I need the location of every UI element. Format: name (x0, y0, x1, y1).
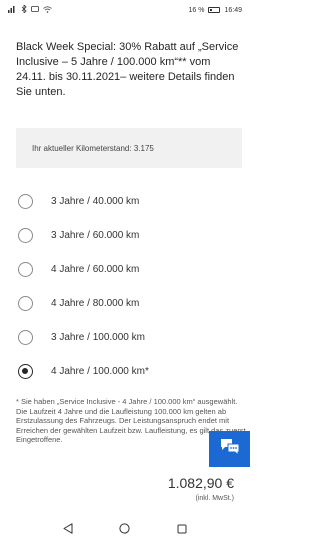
clock: 16:49 (224, 6, 242, 14)
mileage-info-box: Ihr aktueller Kilometerstand: 3.175 (16, 128, 242, 168)
option-3y-100000[interactable]: 3 Jahre / 100.000 km (16, 320, 242, 354)
battery-percent: 16 % (188, 6, 205, 14)
status-bar: 16 % 16:49 (0, 0, 250, 20)
radio-button[interactable] (18, 329, 33, 345)
wifi-icon (43, 5, 52, 15)
radio-button-selected[interactable] (18, 363, 33, 379)
option-label: 4 Jahre / 60.000 km (51, 263, 140, 275)
radio-button[interactable] (18, 227, 33, 243)
radio-button[interactable] (18, 193, 33, 209)
radio-button[interactable] (18, 261, 33, 277)
option-4y-60000[interactable]: 4 Jahre / 60.000 km (16, 252, 242, 286)
message-icon (31, 5, 39, 15)
status-left (8, 4, 52, 15)
option-label: 3 Jahre / 40.000 km (51, 195, 140, 207)
option-label: 4 Jahre / 80.000 km (51, 297, 140, 309)
promo-headline: Black Week Special: 30% Rabatt auf „Serv… (16, 41, 239, 98)
option-label: 3 Jahre / 60.000 km (51, 229, 140, 241)
mileage-text: Ihr aktueller Kilometerstand: 3.175 (32, 143, 154, 153)
price-tax-note: (inkl. MwSt.) (195, 495, 235, 502)
back-icon[interactable] (61, 522, 75, 536)
option-3y-40000[interactable]: 3 Jahre / 40.000 km (16, 184, 242, 218)
system-nav-bar (0, 515, 250, 542)
status-right: 16 % 16:49 (189, 7, 243, 14)
recents-icon[interactable] (175, 522, 189, 536)
radio-button[interactable] (18, 295, 33, 311)
chat-button[interactable] (209, 431, 250, 467)
option-3y-60000[interactable]: 3 Jahre / 60.000 km (16, 218, 242, 252)
option-label: 3 Jahre / 100.000 km (51, 331, 145, 343)
signal-icon (8, 5, 17, 15)
option-label: 4 Jahre / 100.000 km* (51, 365, 149, 377)
package-options: 3 Jahre / 40.000 km 3 Jahre / 60.000 km … (16, 184, 242, 388)
price-amount: 1.082,90 € (167, 475, 234, 491)
option-4y-80000[interactable]: 4 Jahre / 80.000 km (16, 286, 242, 320)
home-icon[interactable] (118, 522, 132, 536)
bluetooth-icon (21, 4, 27, 15)
option-4y-100000[interactable]: 4 Jahre / 100.000 km* (16, 354, 242, 388)
chat-icon (219, 438, 241, 461)
battery-icon (208, 7, 221, 13)
